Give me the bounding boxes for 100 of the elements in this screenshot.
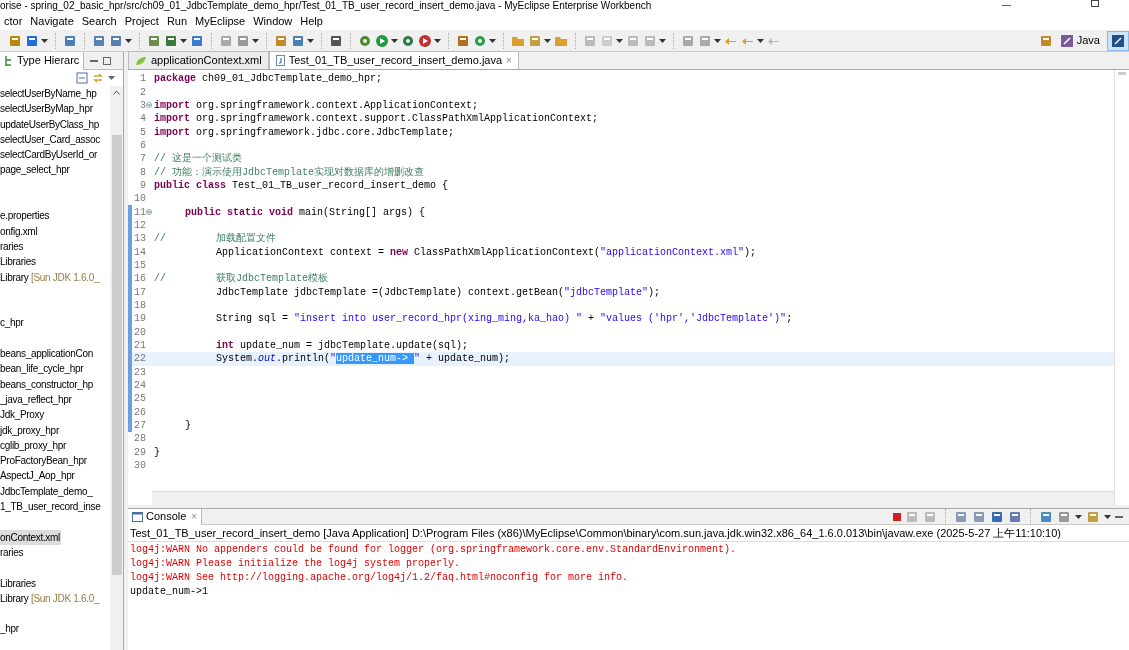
line-number: 17 [133,285,146,299]
line-number: 2 [139,85,146,99]
menu-item[interactable]: ctor [0,14,27,28]
line-number: 11 [133,205,146,219]
tree-item[interactable]: Libraries [0,254,37,270]
line-number: 5 [139,125,146,139]
tree-item[interactable]: selectUserByName_hp [0,86,98,102]
collapse-icon[interactable] [76,72,88,84]
menu-item[interactable]: Navigate [26,14,78,28]
scroll-up-icon[interactable] [113,90,120,95]
fold-icon[interactable] [146,102,152,109]
tree-item[interactable]: ProFactoryBean_hpr [0,453,88,469]
scrollbar[interactable] [110,86,123,650]
tree-item[interactable]: Library [Sun JDK 1.6.0_ [0,269,101,285]
menu-item[interactable]: Help [296,14,327,28]
line-number: 9 [139,178,146,192]
tree-item[interactable]: Jdk_Proxy [0,407,45,423]
menu-item[interactable]: Search [77,14,121,28]
maximize-icon[interactable] [1091,0,1099,7]
scrollbar[interactable] [152,491,1114,505]
tree-item[interactable]: page_select_hpr [0,162,71,178]
tree-item[interactable]: selectCardByUserId_or [0,147,99,163]
tree-item[interactable]: Libraries [0,575,37,591]
tree-item[interactable]: raries [0,544,25,561]
tree-item[interactable]: updateUserByClass_hp [0,116,101,132]
tree-item[interactable]: 1_TB_user_record_inse [0,499,102,515]
menu-item[interactable]: MyEclipse [191,14,250,28]
code-line: // 这是一个测试类 [153,152,242,166]
page-icon[interactable] [1039,509,1053,524]
play-icon[interactable] [418,33,432,48]
tree-item[interactable]: jdk_proxy_hpr [0,422,60,438]
caret-icon[interactable] [125,38,132,43]
perspective-button[interactable] [1107,30,1129,51]
page-icon[interactable] [1008,509,1022,524]
line-number: 24 [133,379,146,393]
caret-icon[interactable] [659,38,666,43]
menu-item[interactable]: Window [249,14,297,28]
caret-icon[interactable] [1104,514,1111,519]
close-icon[interactable]: × [191,509,198,524]
console-line: log4j:WARN No appenders could be found for logger (org.springframework.core.env.StandardEnvironment). [129,543,738,557]
menu-item[interactable]: Project [120,14,163,28]
tree-item[interactable]: beans_applicationCon [0,346,94,362]
editor-tab[interactable]: applicationContext.xml [128,51,269,69]
caret-icon[interactable] [307,38,314,43]
perspective-icon [1111,33,1125,48]
maximize-icon[interactable] [103,56,112,65]
caret-icon[interactable] [544,38,551,43]
line-number: 28 [133,432,146,446]
code-line: import org.springframework.context.support.ClassPathXmlApplicationContext; [153,112,599,126]
page-icon[interactable] [972,509,986,524]
perspective-button[interactable]: Java [1056,30,1103,51]
line-number: 21 [133,339,146,353]
line-number: 7 [139,152,146,166]
line-number: 1 [139,72,146,86]
play-icon[interactable] [375,33,389,48]
minimize-icon[interactable] [90,59,99,62]
caret-icon[interactable] [391,38,398,43]
line-number: 13 [133,232,146,246]
caret-icon[interactable] [489,38,496,43]
menu-item[interactable]: Run [162,14,192,28]
tree-item[interactable]: raries [0,238,25,255]
console-tab[interactable]: Console × [128,508,203,525]
tree-item[interactable]: selectUserByMap_hpr [0,101,94,117]
caret-icon[interactable] [1075,514,1082,519]
page-icon[interactable] [219,33,233,48]
tree-item[interactable]: beans_constructor_hp [0,376,94,392]
link-icon[interactable] [92,72,104,84]
tree-item[interactable]: _hpr [0,621,20,637]
caret-icon[interactable] [434,38,441,43]
tree-item[interactable]: JdbcTemplate_demo_ [0,483,94,499]
caret-icon[interactable] [757,38,764,43]
tree-item[interactable]: onContext.xml [0,529,62,545]
page-icon[interactable] [954,509,968,524]
tree-item[interactable]: _java_reflect_hpr [0,391,73,408]
caret-icon[interactable] [180,38,187,43]
tree-item[interactable]: e.properties [0,208,51,224]
caret-icon[interactable] [108,76,115,80]
editor-tab[interactable]: Test_01_TB_user_record_insert_demo.java × [268,51,519,69]
stop-icon[interactable] [893,512,901,521]
caret-icon[interactable] [616,38,623,43]
close-icon[interactable]: × [506,53,512,68]
tree-item[interactable]: bean_life_cycle_hpr [0,361,85,377]
tree-item[interactable]: cglib_proxy_hpr [0,437,68,454]
tree-item[interactable]: c_hpr [0,315,25,331]
caret-icon[interactable] [714,38,721,43]
tree-item[interactable]: selectUser_Card_assoc [0,131,101,148]
caret-icon[interactable] [252,38,259,43]
page-icon[interactable] [681,33,695,48]
tree-item[interactable]: Library [Sun JDK 1.6.0_ [0,590,101,607]
code-line: import org.springframework.jdbc.core.JdbcTemplate; [153,125,455,139]
page-icon[interactable] [990,509,1004,524]
java-file-icon [275,55,285,66]
hierarchy-icon [4,54,14,67]
tree-item[interactable]: AspectJ_Aop_hpr [0,468,76,484]
minimize-icon[interactable] [1115,515,1123,518]
caret-icon[interactable] [41,38,48,43]
page-icon[interactable] [274,33,288,48]
tree-item[interactable]: onfig.xml [0,223,39,239]
console-line: log4j:WARN Please initialize the log4j system properly. [129,557,462,571]
fold-icon[interactable] [146,209,152,216]
